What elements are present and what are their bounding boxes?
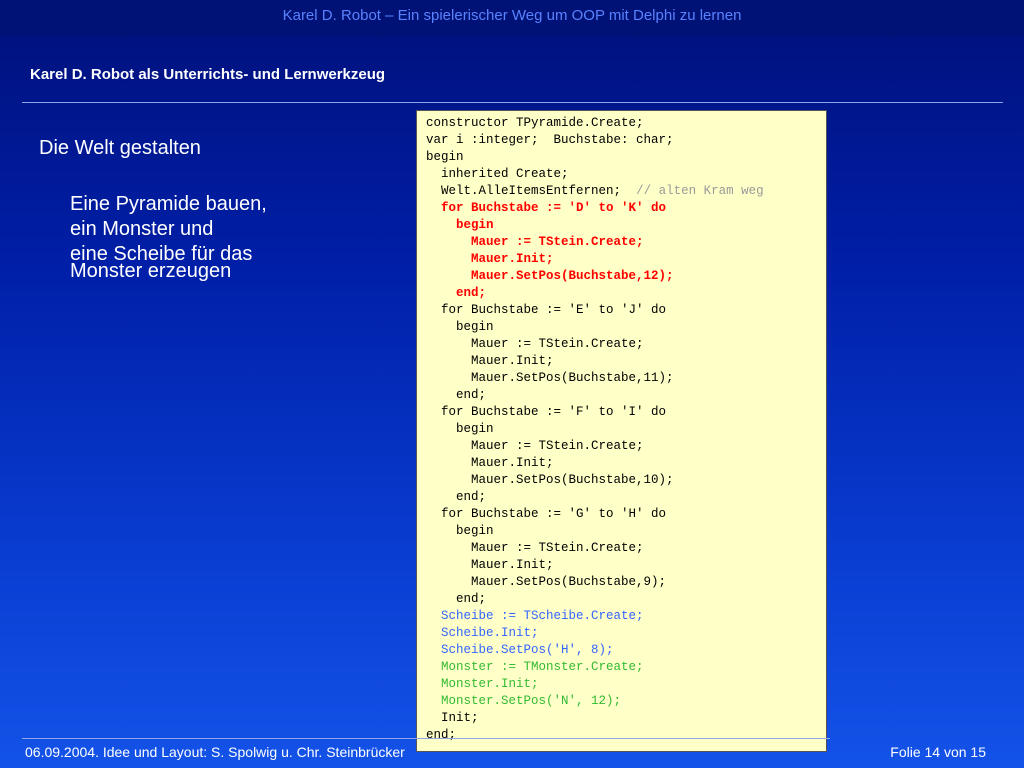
code-line: Mauer := TStein.Create; — [426, 336, 764, 353]
code-line: Mauer.SetPos(Buchstabe,9); — [426, 574, 764, 591]
code-text: Mauer.SetPos(Buchstabe,10); — [471, 473, 674, 487]
code-line: begin — [426, 217, 764, 234]
code-text: for Buchstabe := 'E' to 'J' do — [441, 303, 667, 317]
code-line: Mauer := TStein.Create; — [426, 438, 764, 455]
code-text: Mauer.Init; — [471, 354, 554, 368]
code-text: Scheibe.SetPos('H', 8); — [441, 643, 614, 657]
code-text: end; — [456, 592, 487, 606]
code-comment: // alten Kram weg — [636, 184, 764, 198]
code-text: Mauer.Init; — [471, 558, 554, 572]
code-text: Monster.SetPos('N', 12); — [441, 694, 622, 708]
code-text: begin — [426, 150, 464, 164]
code-line: Mauer.SetPos(Buchstabe,11); — [426, 370, 764, 387]
code-text: Mauer.Init; — [471, 252, 554, 266]
code-text: Mauer := TStein.Create; — [471, 439, 644, 453]
code-line: Mauer.Init; — [426, 557, 764, 574]
code-text: end; — [456, 286, 487, 300]
code-line: Mauer := TStein.Create; — [426, 234, 764, 251]
footer-credits: 06.09.2004. Idee und Layout: S. Spolwig … — [25, 744, 405, 760]
code-text: end; — [456, 388, 487, 402]
code-line: Scheibe := TScheibe.Create; — [426, 608, 764, 625]
code-text: Mauer := TStein.Create; — [471, 235, 644, 249]
code-text: begin — [456, 524, 494, 538]
code-line: Mauer.Init; — [426, 251, 764, 268]
description-line: Monster erzeugen — [70, 260, 232, 282]
code-line: begin — [426, 149, 764, 166]
code-line: Mauer.Init; — [426, 455, 764, 472]
code-text: end; — [456, 490, 487, 504]
code-line: inherited Create; — [426, 166, 764, 183]
code-text: for Buchstabe := 'G' to 'H' do — [441, 507, 667, 521]
code-text: begin — [456, 218, 494, 232]
code-line: Monster.SetPos('N', 12); — [426, 693, 764, 710]
description-line: Eine Pyramide bauen, — [70, 193, 267, 215]
code-text: Scheibe.Init; — [441, 626, 539, 640]
code-text: begin — [456, 320, 494, 334]
code-line: Scheibe.SetPos('H', 8); — [426, 642, 764, 659]
code-text: Mauer.SetPos(Buchstabe,9); — [471, 575, 667, 589]
code-line: end; — [426, 387, 764, 404]
footer-divider — [22, 738, 830, 739]
code-text: Init; — [441, 711, 479, 725]
code-listing-box: constructor TPyramide.Create; var i :inte… — [416, 110, 827, 752]
code-text: inherited Create; — [441, 167, 569, 181]
slide-counter: Folie 14 von 15 — [890, 744, 986, 760]
code-text: Welt.AlleItemsEntfernen; — [441, 184, 622, 198]
description-line: ein Monster und — [70, 218, 214, 240]
code-text: constructor TPyramide.Create; — [426, 116, 644, 130]
code-listing: constructor TPyramide.Create; var i :inte… — [426, 115, 764, 744]
code-text: Mauer.SetPos(Buchstabe,12); — [471, 269, 674, 283]
code-text: Mauer.SetPos(Buchstabe,11); — [471, 371, 674, 385]
code-line: var i :integer; Buchstabe: char; — [426, 132, 764, 149]
code-line: for Buchstabe := 'G' to 'H' do — [426, 506, 764, 523]
slide-description: Eine Pyramide bauen, ein Monster und ein… — [70, 192, 370, 284]
code-line: Mauer := TStein.Create; — [426, 540, 764, 557]
slide-section-title: Karel D. Robot als Unterrichts- und Lern… — [30, 66, 386, 83]
code-text: Scheibe := TScheibe.Create; — [441, 609, 644, 623]
code-text: Mauer.Init; — [471, 456, 554, 470]
code-line: Mauer.SetPos(Buchstabe,10); — [426, 472, 764, 489]
presentation-title: Karel D. Robot – Ein spielerischer Weg u… — [282, 7, 742, 24]
code-line: for Buchstabe := 'E' to 'J' do — [426, 302, 764, 319]
code-line: end; — [426, 591, 764, 608]
code-line: Welt.AlleItemsEntfernen; // alten Kram w… — [426, 183, 764, 200]
code-text: for Buchstabe := 'F' to 'I' do — [441, 405, 667, 419]
code-line: end; — [426, 489, 764, 506]
code-text: Monster := TMonster.Create; — [441, 660, 644, 674]
code-line: begin — [426, 523, 764, 540]
code-text: for Buchstabe := 'D' to 'K' do — [441, 201, 667, 215]
code-line: for Buchstabe := 'F' to 'I' do — [426, 404, 764, 421]
code-line: constructor TPyramide.Create; — [426, 115, 764, 132]
code-line: Mauer.SetPos(Buchstabe,12); — [426, 268, 764, 285]
code-line: for Buchstabe := 'D' to 'K' do — [426, 200, 764, 217]
slide-header-bar: Karel D. Robot – Ein spielerischer Weg u… — [0, 0, 1024, 36]
code-line: end; — [426, 285, 764, 302]
code-text: Mauer := TStein.Create; — [471, 541, 644, 555]
code-text: end; — [426, 728, 457, 742]
code-line: Monster.Init; — [426, 676, 764, 693]
code-line: Mauer.Init; — [426, 353, 764, 370]
code-text: var i :integer; Buchstabe: char; — [426, 133, 674, 147]
slide-heading: Die Welt gestalten — [39, 137, 201, 159]
code-text: Monster.Init; — [441, 677, 539, 691]
code-line: Init; — [426, 710, 764, 727]
code-text: begin — [456, 422, 494, 436]
code-text: Mauer := TStein.Create; — [471, 337, 644, 351]
code-line: end; — [426, 727, 764, 744]
code-line: Monster := TMonster.Create; — [426, 659, 764, 676]
header-divider — [22, 102, 1003, 103]
code-line: Scheibe.Init; — [426, 625, 764, 642]
code-line: begin — [426, 421, 764, 438]
code-line: begin — [426, 319, 764, 336]
